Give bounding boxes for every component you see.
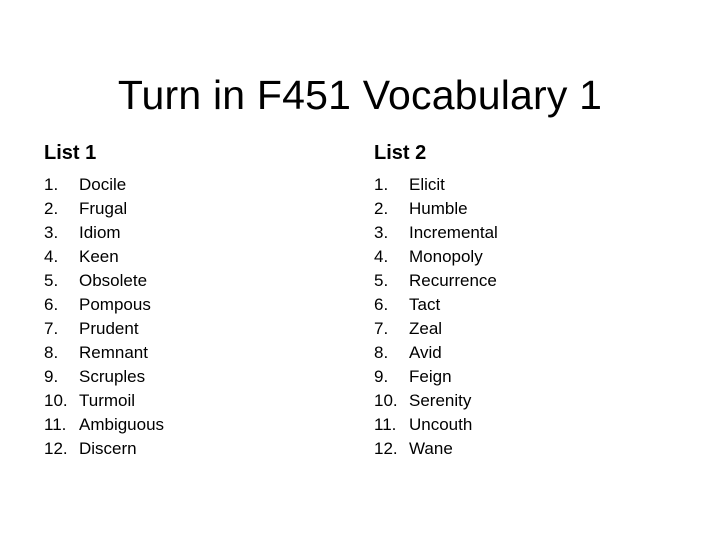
item-number: 7. (44, 319, 59, 338)
list-item: 3. Idiom (44, 221, 344, 245)
list-item: 4. Monopoly (374, 245, 674, 269)
item-word: Zeal (409, 319, 443, 338)
item-number: 11. (44, 415, 67, 434)
item-word: Elicit (409, 175, 445, 194)
item-word: Discern (79, 439, 137, 458)
item-number: 5. (44, 271, 59, 290)
item-number: 8. (44, 343, 59, 362)
list-item: 10. Serenity (374, 389, 674, 413)
list-item: 3. Incremental (374, 221, 674, 245)
item-number: 12. (44, 439, 68, 458)
list-item: 9. Feign (374, 365, 674, 389)
list-item: 6. Pompous (44, 293, 344, 317)
item-number: 1. (44, 175, 59, 194)
item-number: 6. (44, 295, 59, 314)
list-item: 8. Avid (374, 341, 674, 365)
item-number: 10. (44, 391, 68, 410)
item-word: Scruples (79, 367, 146, 386)
item-word: Docile (79, 175, 127, 194)
list-item: 9. Scruples (44, 365, 344, 389)
list-1-column: List 1 1. Docile 2. Frugal 3. Idiom 4. Keen … (44, 140, 344, 461)
item-number: 1. (374, 175, 389, 194)
list-item: 4. Keen (44, 245, 344, 269)
item-number: 9. (44, 367, 59, 386)
list-item: 11. Uncouth (374, 413, 674, 437)
item-word: Wane (409, 439, 453, 458)
item-word: Serenity (409, 391, 472, 410)
item-word: Uncouth (409, 415, 473, 434)
list-item: 5. Obsolete (44, 269, 344, 293)
item-number: 5. (374, 271, 389, 290)
item-word: Obsolete (79, 271, 148, 290)
list-1-items: 1. Docile 2. Frugal 3. Idiom 4. Keen 5. Obsol… (44, 173, 344, 461)
list-1-heading: List 1 (44, 142, 97, 164)
item-word: Prudent (79, 319, 139, 338)
item-number: 2. (44, 199, 59, 218)
item-word: Tact (409, 295, 441, 314)
item-word: Incremental (409, 223, 498, 242)
item-number: 4. (44, 247, 59, 266)
item-word: Avid (409, 343, 442, 362)
item-number: 8. (374, 343, 389, 362)
item-word: Feign (409, 367, 452, 386)
list-2-heading: List 2 (374, 142, 427, 164)
slide-title: Turn in F451 Vocabulary 1 (117, 72, 603, 119)
list-item: 7. Prudent (44, 317, 344, 341)
item-word: Frugal (79, 199, 128, 218)
item-word: Humble (409, 199, 468, 218)
item-number: 12. (374, 439, 398, 458)
list-item: 5. Recurrence (374, 269, 674, 293)
list-item: 11. Ambiguous (44, 413, 344, 437)
list-item: 12. Discern (44, 437, 344, 461)
list-2-column: List 2 1. Elicit 2. Humble 3. Incremental 4… (374, 140, 674, 461)
list-item: 1. Docile (44, 173, 344, 197)
list-item: 8. Remnant (44, 341, 344, 365)
item-word: Ambiguous (79, 415, 165, 434)
item-word: Turmoil (79, 391, 136, 410)
item-word: Remnant (79, 343, 148, 362)
list-item: 10. Turmoil (44, 389, 344, 413)
item-word: Idiom (79, 223, 121, 242)
item-word: Monopoly (409, 247, 483, 266)
list-item: 1. Elicit (374, 173, 674, 197)
item-word: Pompous (79, 295, 151, 314)
list-item: 7. Zeal (374, 317, 674, 341)
list-item: 6. Tact (374, 293, 674, 317)
list-item: 2. Humble (374, 197, 674, 221)
list-2-items: 1. Elicit 2. Humble 3. Incremental 4. Monopo… (374, 173, 674, 461)
list-item: 2. Frugal (44, 197, 344, 221)
item-number: 2. (374, 199, 389, 218)
item-number: 9. (374, 367, 389, 386)
list-item: 12. Wane (374, 437, 674, 461)
item-word: Keen (79, 247, 119, 266)
item-number: 7. (374, 319, 389, 338)
item-number: 3. (374, 223, 389, 242)
item-number: 10. (374, 391, 398, 410)
item-number: 11. (374, 415, 397, 434)
item-number: 4. (374, 247, 389, 266)
item-number: 6. (374, 295, 389, 314)
item-number: 3. (44, 223, 59, 242)
item-word: Recurrence (409, 271, 497, 290)
